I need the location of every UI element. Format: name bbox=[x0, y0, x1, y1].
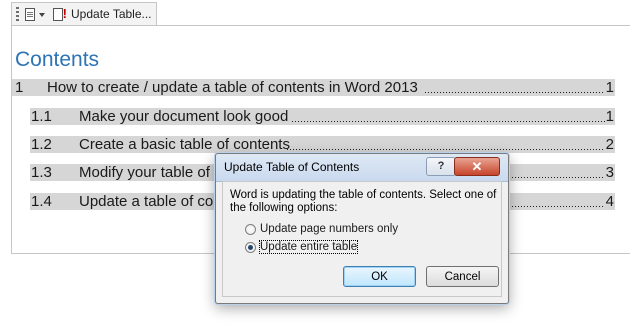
toc-entry-number: 1.3 bbox=[31, 164, 52, 181]
toc-entry-page: 4 bbox=[605, 193, 614, 210]
help-icon[interactable]: ? bbox=[426, 157, 456, 176]
toc-entry-number: 1 bbox=[15, 79, 24, 96]
drag-handle[interactable] bbox=[16, 6, 19, 22]
option-label[interactable]: Update entire table bbox=[258, 240, 359, 254]
option-label[interactable]: Update page numbers only bbox=[260, 223, 398, 235]
toc-leader bbox=[425, 92, 605, 93]
toc-entry-page: 1 bbox=[605, 79, 614, 96]
dialog-message: Word is updating the table of contents. … bbox=[230, 189, 497, 214]
toc-menu-icon[interactable] bbox=[25, 7, 35, 21]
dialog-body: Word is updating the table of contents. … bbox=[222, 181, 502, 297]
toc-title: Contents bbox=[15, 48, 100, 71]
toc-entry-page: 2 bbox=[605, 136, 614, 153]
toc-entry-number: 1.2 bbox=[31, 136, 52, 153]
option-page-numbers-only[interactable]: Update page numbers only bbox=[245, 223, 398, 235]
toc-entry-page: 1 bbox=[605, 108, 614, 125]
toc-entry-text: Create a basic table of contents bbox=[79, 136, 290, 153]
toc-entry-text: Modify your table of co bbox=[79, 164, 230, 181]
toc-entry-number: 1.1 bbox=[31, 108, 52, 125]
toc-leader bbox=[287, 149, 605, 150]
radio-icon[interactable] bbox=[245, 223, 256, 235]
toc-entry[interactable]: 1 How to create / update a table of cont… bbox=[12, 79, 615, 96]
ok-button[interactable]: OK bbox=[343, 266, 416, 287]
toc-entry-number: 1.4 bbox=[31, 193, 52, 210]
content-control-tab[interactable]: Update Table... bbox=[11, 2, 157, 25]
close-icon[interactable]: ✕ bbox=[454, 157, 500, 176]
update-table-icon[interactable] bbox=[53, 7, 67, 21]
option-entire-table[interactable]: Update entire table bbox=[245, 240, 359, 254]
toc-entry-text: How to create / update a table of conten… bbox=[47, 79, 418, 96]
toc-entry[interactable]: 1.2 Create a basic table of contents 2 bbox=[30, 136, 615, 153]
toc-leader bbox=[292, 121, 605, 122]
toc-entry-text: Update a table of co bbox=[79, 193, 214, 210]
radio-checked-icon[interactable] bbox=[245, 241, 256, 253]
chevron-down-icon[interactable] bbox=[39, 13, 45, 17]
cancel-button[interactable]: Cancel bbox=[426, 266, 499, 287]
toc-entry[interactable]: 1.1 Make your document look good 1 bbox=[30, 108, 615, 125]
update-table-button[interactable]: Update Table... bbox=[71, 7, 152, 21]
update-toc-dialog: Update Table of Contents ? ✕ Word is upd… bbox=[215, 153, 509, 304]
dialog-title-bar[interactable]: Update Table of Contents ? ✕ bbox=[216, 154, 508, 182]
toc-entry-text: Make your document look good bbox=[79, 108, 289, 125]
dialog-title: Update Table of Contents bbox=[224, 160, 360, 174]
toc-entry-page: 3 bbox=[605, 164, 614, 181]
